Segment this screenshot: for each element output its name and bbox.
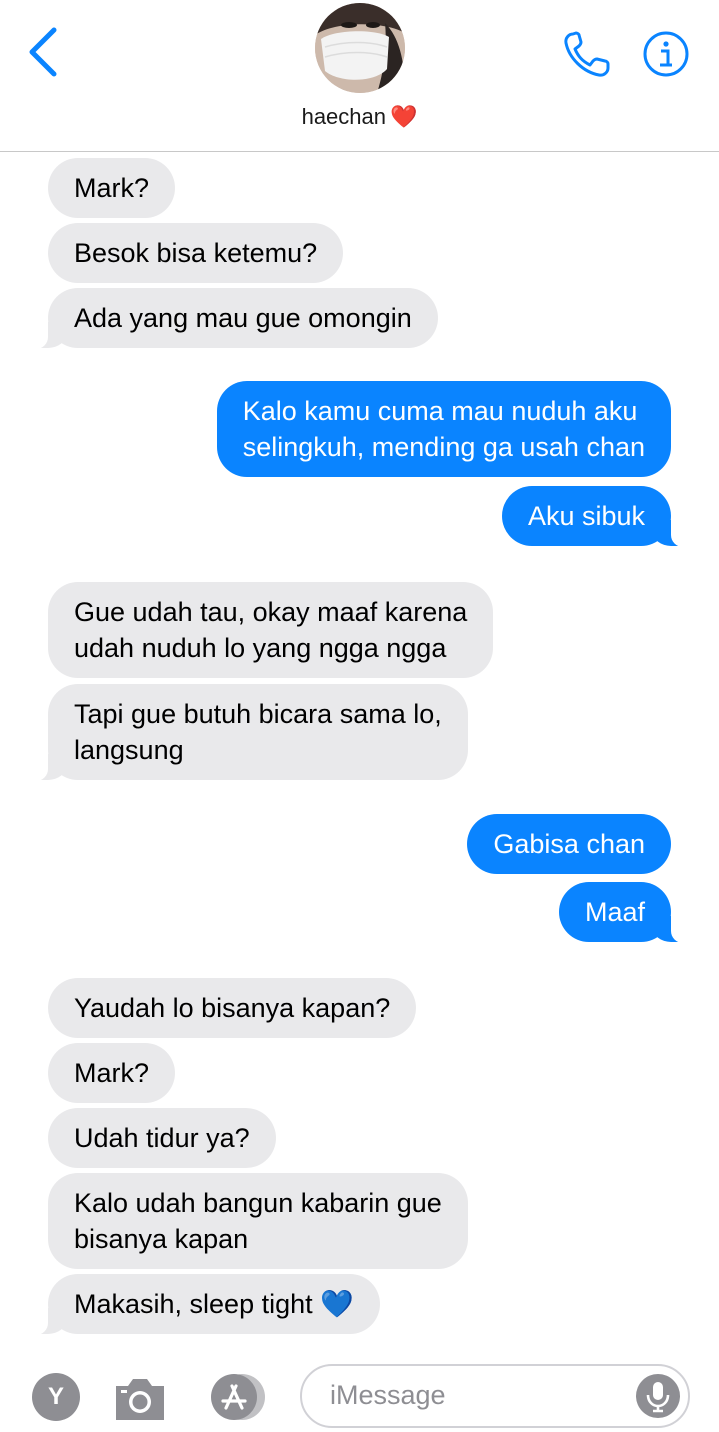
info-icon[interactable] [642, 30, 690, 78]
message-text: Gue udah tau, okay maaf karena udah nudu… [74, 597, 468, 663]
contact-name[interactable]: haechan ❤️ [0, 104, 719, 130]
message-text: Yaudah lo bisanya kapan? [74, 993, 391, 1023]
message-text: Ada yang mau gue omongin [74, 303, 412, 333]
incoming-message[interactable]: Mark? [48, 1043, 176, 1103]
phone-call-icon[interactable] [561, 30, 613, 80]
back-chevron-icon[interactable] [26, 26, 60, 78]
imessage-input[interactable]: iMessage [300, 1364, 690, 1428]
outgoing-message[interactable]: Aku sibuk [501, 486, 686, 547]
incoming-message[interactable]: Yaudah lo bisanya kapan? [48, 978, 417, 1038]
message-text: Kalo udah bangun kabarin gue bisanya kap… [74, 1188, 442, 1254]
message-text: Besok bisa ketemu? [74, 238, 318, 268]
message-composer: Y iMessage [0, 1352, 719, 1432]
app-icon-letter: Y [47, 1383, 64, 1410]
message-text: Tapi gue butuh bicara sama lo, langsung [74, 699, 442, 765]
conversation-header: haechan ❤️ [0, 0, 719, 152]
incoming-message[interactable]: Gue udah tau, okay maaf karena udah nudu… [48, 582, 494, 678]
outgoing-message[interactable]: Maaf [558, 882, 686, 943]
microphone-icon [646, 1382, 670, 1413]
blue-heart-icon: 💙 [320, 1289, 354, 1319]
incoming-message[interactable]: Mark? [48, 158, 176, 218]
incoming-message[interactable]: Ada yang mau gue omongin [34, 288, 438, 349]
incoming-message[interactable]: Kalo udah bangun kabarin gue bisanya kap… [48, 1173, 468, 1269]
message-text: Udah tidur ya? [74, 1123, 250, 1153]
camera-icon[interactable] [112, 1372, 168, 1424]
imessage-placeholder: iMessage [330, 1380, 446, 1410]
outgoing-message[interactable]: Gabisa chan [467, 814, 671, 874]
message-text: Mark? [74, 1058, 150, 1088]
message-text: Kalo kamu cuma mau nuduh aku selingkuh, … [242, 396, 645, 462]
app-drawer-y-icon[interactable]: Y [32, 1373, 80, 1421]
message-text: Maaf [584, 897, 645, 927]
app-store-icon[interactable] [204, 1372, 270, 1422]
message-text: Mark? [74, 173, 150, 203]
contact-avatar[interactable] [315, 3, 405, 93]
incoming-message[interactable]: Tapi gue butuh bicara sama lo, langsung [34, 684, 468, 781]
red-heart-icon: ❤️ [390, 104, 418, 129]
message-text: Gabisa chan [493, 829, 645, 859]
outgoing-message[interactable]: Kalo kamu cuma mau nuduh aku selingkuh, … [216, 381, 671, 477]
message-text: Aku sibuk [527, 501, 645, 531]
microphone-button[interactable] [636, 1374, 680, 1418]
message-text: Makasih, sleep tight [74, 1289, 313, 1319]
contact-name-text: haechan [301, 104, 386, 129]
message-thread[interactable]: Mark? Besok bisa ketemu? Ada yang mau gu… [0, 152, 719, 1352]
incoming-message[interactable]: Besok bisa ketemu? [48, 223, 344, 283]
incoming-message[interactable]: Makasih, sleep tight 💙 [34, 1274, 380, 1335]
incoming-message[interactable]: Udah tidur ya? [48, 1108, 276, 1168]
avatar-photo-icon [315, 3, 405, 93]
